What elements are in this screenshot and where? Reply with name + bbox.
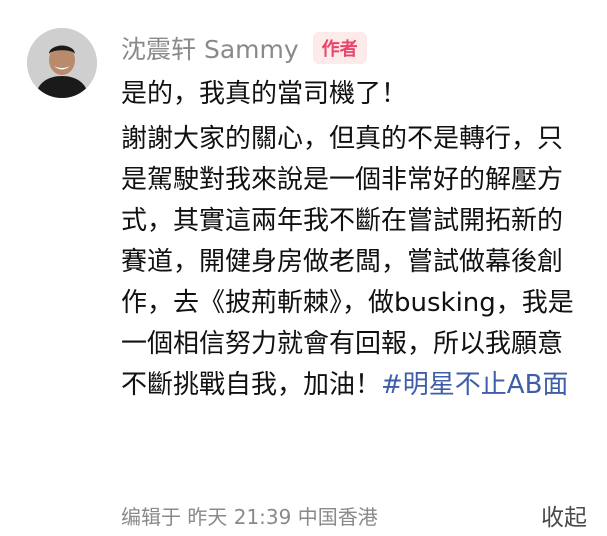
comment-header: 沈震轩 Sammy 作者 xyxy=(121,28,367,68)
comment-text: 謝謝大家的關心，但真的不是轉行，只是駕駛對我來說是一個非常好的解壓方式，其實這兩… xyxy=(121,124,574,400)
author-name[interactable]: 沈震轩 Sammy xyxy=(121,30,299,66)
comment-card: 沈震轩 Sammy 作者 是的，我真的當司機了！ 謝謝大家的關心，但真的不是轉行，… xyxy=(0,0,607,536)
person-avatar-icon[interactable] xyxy=(27,28,97,98)
comment-footer: 编辑于 昨天 21:39 中国香港 收起 xyxy=(121,498,587,532)
collapse-button[interactable]: 收起 xyxy=(541,498,587,532)
comment-body: 是的，我真的當司機了！ 謝謝大家的關心，但真的不是轉行，只是駕駛對我來說是一個非常… xyxy=(121,74,583,406)
edit-meta: 编辑于 昨天 21:39 中国香港 xyxy=(121,504,378,529)
avatar-image xyxy=(27,28,97,98)
author-badge: 作者 xyxy=(312,32,367,64)
hashtag-link[interactable]: #明星不止AB面 xyxy=(381,370,568,400)
comment-first-line: 是的，我真的當司機了！ xyxy=(121,79,408,109)
